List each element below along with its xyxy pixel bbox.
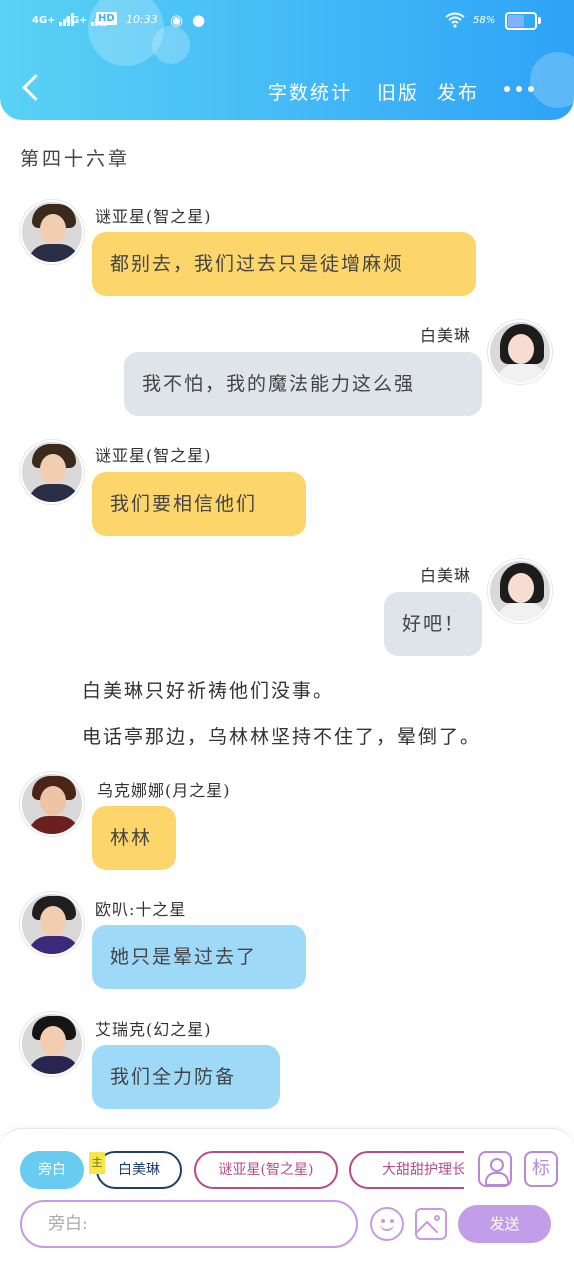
more-dot-icon [528,86,534,92]
weibo-icon: ◉ [170,11,184,29]
narration-line[interactable]: 电话亭那边，乌林林坚持不住了，晕倒了。 [82,722,481,749]
role-chip-narrator[interactable]: 旁白 [20,1151,84,1189]
mountain-icon [417,1220,439,1238]
image-icon [434,1215,440,1221]
speaker-name: 白美琳 [420,566,472,585]
publish-button[interactable]: 发布 [437,78,479,105]
role-chip-row: 旁白 白美琳 谜亚星(智之星) 大甜甜护理长 [0,1140,464,1200]
speaker-name: 乌克娜娜(月之星) [97,781,231,800]
chapter-title: 第四十六章 [20,148,131,170]
more-dot-icon [504,86,510,92]
message-bubble[interactable]: 我不怕，我的魔法能力这么强 [124,352,482,416]
decorative-bubble [530,52,574,108]
narration-line[interactable]: 白美琳只好祈祷他们没事。 [82,676,334,703]
message-bubble[interactable]: 我们要相信他们 [92,472,306,536]
message-input[interactable]: 旁白: [20,1200,358,1248]
message-bubble[interactable]: 林林 [92,806,176,870]
avatar-miyaxing[interactable] [20,200,84,264]
main-character-badge: 主 [89,1152,105,1174]
speaker-name: 艾瑞克(幻之星) [95,1020,212,1039]
avatar-baimeilin[interactable] [488,559,552,623]
old-version-button[interactable]: 旧版 [377,78,419,105]
message-bubble[interactable]: 她只是晕过去了 [92,925,306,989]
status-bar: 4G+ 4G+ HD 10:33 ◉ ● 58% [0,0,574,44]
role-chip-miyaxing[interactable]: 谜亚星(智之星) [194,1151,338,1189]
speaker-name: 白美琳 [420,326,472,345]
speaker-name: 谜亚星(智之星) [95,207,212,226]
image-button[interactable] [415,1208,447,1240]
role-chip-baimeilin[interactable]: 白美琳 [96,1151,182,1189]
wechat-icon: ● [192,11,206,29]
battery-cap [538,17,541,24]
wifi-icon [445,12,465,28]
more-options-button[interactable] [504,84,536,94]
battery-level [508,15,525,27]
tag-button[interactable]: 标 [524,1151,558,1187]
avatar-ouba[interactable] [20,892,84,956]
character-manage-button[interactable] [478,1151,512,1187]
message-bubble[interactable]: 都别去，我们过去只是徒增麻烦 [92,232,476,296]
speaker-name: 谜亚星(智之星) [95,446,212,465]
avatar-miyaxing[interactable] [20,440,84,504]
back-button[interactable] [18,72,48,108]
top-header: 4G+ 4G+ HD 10:33 ◉ ● 58% 字数统计 旧版 发布 [0,0,574,120]
speaker-name: 欧叭:十之星 [95,900,187,919]
battery-percent: 58% [473,15,496,26]
word-count-button[interactable]: 字数统计 [268,78,352,105]
smile-icon [380,1223,394,1231]
avatar-airuike[interactable] [20,1012,84,1076]
avatar-wukenana[interactable] [20,772,84,836]
hd-badge: HD [96,12,117,25]
message-bubble[interactable]: 我们全力防备 [92,1045,280,1109]
battery-icon [505,12,537,30]
more-dot-icon [516,86,522,92]
role-chip-datiantian[interactable]: 大甜甜护理长 [349,1151,464,1189]
send-button[interactable]: 发送 [458,1205,551,1243]
clock: 10:33 [126,13,158,26]
emoji-button[interactable] [370,1207,404,1241]
avatar-baimeilin[interactable] [488,320,552,384]
message-bubble[interactable]: 好吧！ [384,592,482,656]
